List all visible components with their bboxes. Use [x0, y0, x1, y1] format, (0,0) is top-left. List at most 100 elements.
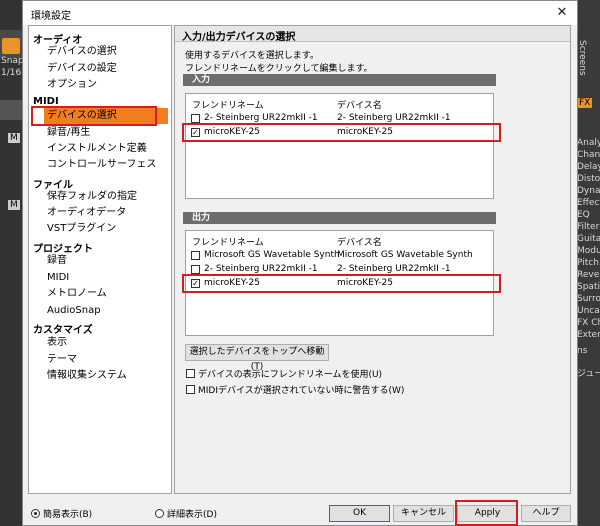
ok-button[interactable]: OK: [329, 505, 390, 522]
input-col-device: デバイス名: [337, 101, 382, 111]
nav-item[interactable]: 録音/再生: [44, 125, 168, 141]
daw-fx-category: Surrou: [577, 294, 600, 304]
daw-fx-category: Spatial: [577, 282, 600, 292]
daw-fx-category: Analyz: [577, 138, 600, 148]
daw-fx-category: Modul: [577, 246, 600, 256]
use-friendly-name-label: デバイスの表示にフレンドリネームを使用(U): [198, 370, 383, 380]
daw-fx-category: FX: [577, 98, 593, 108]
daw-fx-category: Pitch S: [577, 258, 600, 268]
warn-no-midi-label: MIDIデバイスが選択されていない時に警告する(W): [198, 386, 405, 396]
detail-view-label: 詳細表示(D): [167, 510, 217, 520]
device-name: microKEY-25: [337, 127, 393, 137]
nav-item[interactable]: デバイスの設定: [44, 61, 168, 77]
nav-item[interactable]: AudioSnap: [44, 303, 168, 319]
daw-fx-category: Screens: [577, 40, 587, 76]
use-friendly-name-checkbox[interactable]: デバイスの表示にフレンドリネームを使用(U): [186, 367, 382, 380]
device-name: microKEY-25: [337, 278, 393, 288]
daw-fx-category: ジュール: [577, 369, 600, 379]
checkbox-icon[interactable]: [191, 265, 200, 274]
daw-snap-label: Snap: [1, 56, 24, 66]
daw-fx-category: ns: [577, 346, 588, 356]
nav-item[interactable]: デバイスの選択: [44, 108, 168, 124]
radio-unselected-icon: [155, 509, 164, 518]
help-button[interactable]: ヘルプ: [521, 505, 571, 522]
checkbox-icon: [186, 385, 195, 394]
device-row[interactable]: ✓ microKEY-25 microKEY-25: [189, 278, 491, 290]
daw-snap-icon: [2, 38, 20, 54]
daw-fx-category: FX Cha: [577, 318, 600, 328]
nav-item[interactable]: 保存フォルダの指定: [44, 189, 168, 205]
device-row[interactable]: Microsoft GS Wavetable Synth Microsoft GS…: [189, 250, 491, 262]
daw-mute-button-1: M: [8, 133, 20, 143]
nav-item[interactable]: 表示: [44, 335, 168, 351]
close-icon[interactable]: ✕: [551, 3, 573, 23]
nav-item[interactable]: インストルメント定義: [44, 141, 168, 157]
device-friendly-name[interactable]: microKEY-25: [204, 278, 260, 288]
nav-item[interactable]: デバイスの選択: [44, 44, 168, 60]
input-col-friendly: フレンドリネーム: [192, 101, 264, 111]
cancel-button[interactable]: キャンセル: [393, 505, 454, 522]
daw-fx-category: Distor: [577, 174, 600, 184]
move-to-top-button[interactable]: 選択したデバイスをトップへ移動(T): [185, 344, 329, 372]
nav-category[interactable]: カスタマイズ: [33, 321, 93, 336]
daw-fx-category: Effect: [577, 198, 600, 208]
device-friendly-name[interactable]: 2- Steinberg UR22mkII -1: [204, 113, 318, 123]
apply-button[interactable]: Apply: [457, 505, 518, 522]
nav-item[interactable]: オプション: [44, 77, 168, 93]
device-selection-panel: 入力/出力デバイスの選択 使用するデバイスを選択します。 フレンドリネームをクリ…: [174, 25, 571, 494]
nav-item[interactable]: テーマ: [44, 352, 168, 368]
daw-fx-category: Guitar: [577, 234, 600, 244]
daw-fx-category: EQ: [577, 210, 590, 220]
nav-item[interactable]: VSTプラグイン: [44, 221, 168, 237]
output-device-list[interactable]: フレンドリネーム デバイス名 Microsoft GS Wavetable Sy…: [182, 230, 501, 336]
dialog-titlebar: 環境設定 ✕: [23, 1, 577, 25]
device-name: Microsoft GS Wavetable Synth: [337, 250, 473, 260]
dialog-title: 環境設定: [31, 11, 71, 22]
checkbox-icon[interactable]: [191, 114, 200, 123]
simple-view-radio[interactable]: 簡易表示(B): [31, 507, 92, 520]
panel-title: 入力/出力デバイスの選択: [175, 26, 570, 43]
daw-mute-button-2: M: [8, 200, 20, 210]
device-row[interactable]: 2- Steinberg UR22mkII -1 2- Steinberg UR2…: [189, 264, 491, 276]
detail-view-radio[interactable]: 詳細表示(D): [155, 507, 217, 520]
daw-left-panel: Snap 1/16 M M: [0, 0, 24, 526]
daw-snap-value: 1/16: [1, 68, 22, 78]
output-section-header: 出力: [183, 212, 496, 224]
daw-fx-category: Reverb: [577, 270, 600, 280]
checkbox-icon[interactable]: [191, 251, 200, 260]
nav-item[interactable]: オーディオデータ: [44, 205, 168, 221]
daw-track-header: [0, 100, 24, 120]
nav-item[interactable]: メトロノーム: [44, 286, 168, 302]
daw-fx-category: Filter: [577, 222, 600, 232]
input-device-list[interactable]: フレンドリネーム デバイス名 2- Steinberg UR22mkII -1 2…: [182, 93, 501, 199]
output-col-device: デバイス名: [337, 238, 382, 248]
simple-view-label: 簡易表示(B): [43, 510, 93, 520]
preferences-nav-tree: オーディオ デバイスの選択 デバイスの設定 オプション MIDI デバイスの選択 録音/再生…: [28, 25, 172, 494]
preferences-dialog: 環境設定 ✕ オーディオ デバイスの選択 デバイスの設定 オプション MIDI デバイスの…: [22, 0, 578, 526]
daw-fx-category: Dynam: [577, 186, 600, 196]
checkbox-checked-icon[interactable]: ✓: [191, 128, 200, 137]
radio-selected-icon: [31, 509, 40, 518]
panel-description-2: フレンドリネームをクリックして編集します。: [185, 64, 373, 74]
device-row[interactable]: ✓ microKEY-25 microKEY-25: [189, 127, 491, 139]
device-name: 2- Steinberg UR22mkII -1: [337, 113, 451, 123]
input-section-header: 入力: [183, 74, 496, 86]
daw-fx-category: Delay: [577, 162, 600, 172]
nav-item[interactable]: MIDI: [44, 270, 168, 286]
device-friendly-name[interactable]: microKEY-25: [204, 127, 260, 137]
device-friendly-name[interactable]: 2- Steinberg UR22mkII -1: [204, 264, 318, 274]
device-row[interactable]: 2- Steinberg UR22mkII -1 2- Steinberg UR2…: [189, 113, 491, 125]
checkbox-icon: [186, 369, 195, 378]
daw-fx-category: Extern: [577, 330, 600, 340]
daw-fx-category: Uncate: [577, 306, 600, 316]
device-name: 2- Steinberg UR22mkII -1: [337, 264, 451, 274]
daw-fx-category: Chann: [577, 150, 600, 160]
warn-no-midi-checkbox[interactable]: MIDIデバイスが選択されていない時に警告する(W): [186, 383, 404, 396]
nav-item[interactable]: 情報収集システム: [44, 368, 168, 384]
panel-description-1: 使用するデバイスを選択します。: [185, 51, 319, 61]
device-friendly-name[interactable]: Microsoft GS Wavetable Synth: [204, 250, 340, 260]
nav-item[interactable]: 録音: [44, 253, 168, 269]
nav-item[interactable]: コントロールサーフェス: [44, 157, 168, 173]
checkbox-checked-icon[interactable]: ✓: [191, 279, 200, 288]
nav-category[interactable]: MIDI: [33, 96, 59, 107]
